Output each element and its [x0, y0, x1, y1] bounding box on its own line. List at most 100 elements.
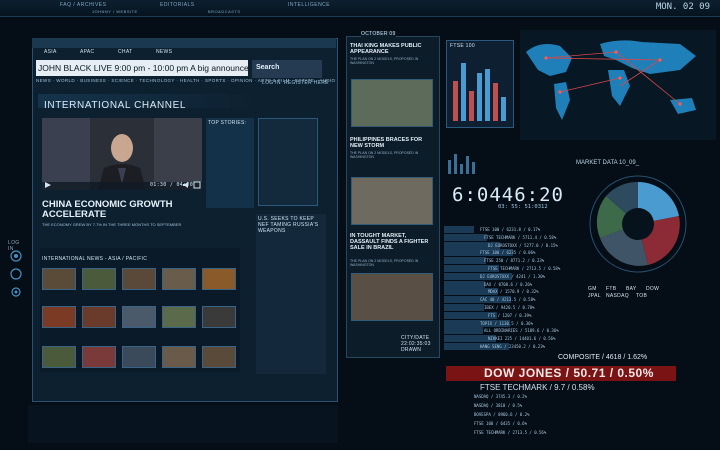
side-story-panel: U.S. SEEKS TO KEEP NEF TAMING RUSSIA'S W…	[256, 214, 326, 374]
video-player[interactable]	[42, 118, 202, 190]
gallery-thumb[interactable]	[122, 268, 156, 290]
gear-icon[interactable]	[10, 286, 22, 298]
gallery-thumb[interactable]	[42, 268, 76, 290]
market-pie-chart	[586, 172, 690, 276]
news-item-sub: THE PLAN ON 2 MODELS, PROPOSED IN WASHIN…	[350, 151, 419, 159]
side-column: TOP STORIES:	[206, 118, 254, 208]
ticker-row[interactable]: NASDAQ / 3745.3 / 0.2%	[474, 394, 527, 399]
bell-icon[interactable]	[10, 268, 22, 280]
gallery-thumb[interactable]	[82, 346, 116, 368]
news-item-photo[interactable]	[351, 273, 433, 321]
top-nav-bar: FAQ / ARCHIVES EDITORIALS INTELLIGENCE J…	[0, 0, 720, 17]
ftse-techmark-ticker: FTSE TECHMARK / 9.7 / 0.58%	[480, 383, 595, 392]
tab-apac[interactable]: APAC	[80, 49, 94, 55]
ftse-bar	[485, 69, 490, 121]
side-story-title[interactable]: U.S. SEEKS TO KEEP NEF TAMING RUSSIA'S W…	[258, 216, 324, 234]
ticker-bar	[444, 226, 474, 233]
tab-news[interactable]: NEWS	[156, 49, 172, 55]
composite-ticker: COMPOSITE / 4618 / 1.62%	[558, 354, 648, 361]
ftse-bar-chart	[453, 63, 506, 121]
ticker-bar	[444, 327, 483, 335]
legend-item: BAY	[626, 286, 637, 292]
ticker-row[interactable]: DJ EUROSTOXX / 5277.0 / 0.15%	[488, 243, 558, 248]
ticker-row[interactable]: CAC 40 / 4213.5 / 0.58%	[480, 297, 535, 302]
top-stories-label: TOP STORIES:	[208, 120, 247, 126]
ticker-row[interactable]: FTS / 1207 / 0.39%	[488, 313, 531, 318]
ticker-row[interactable]: FTSE 100 / 6235 / 0.06%	[480, 250, 535, 255]
legend-item: FTB	[606, 286, 617, 292]
gallery-thumb[interactable]	[162, 306, 196, 328]
mini-bar-graph	[446, 150, 506, 174]
headline[interactable]: CHINA ECONOMIC GROWTH ACCELERATE	[42, 200, 202, 220]
ticker-row[interactable]: DJ EUROSTOXX / 4241 / 1.30%	[480, 274, 545, 279]
tab-editorials[interactable]: EDITORIALS	[160, 2, 195, 8]
news-item-title[interactable]: PHILIPPINES BRACES FOR NEW STORM	[350, 137, 434, 149]
gallery-thumb[interactable]	[42, 346, 76, 368]
news-date: OCTOBER 09	[361, 31, 396, 37]
news-item-photo[interactable]	[351, 79, 433, 127]
gallery-thumb[interactable]	[162, 268, 196, 290]
gallery-thumb[interactable]	[202, 346, 236, 368]
ticker-row[interactable]: FTSE TECHMARK / 2713.5 / 0.56%	[474, 430, 546, 435]
tab-asia[interactable]: ASIA	[44, 49, 57, 55]
ticker-bar	[444, 233, 487, 241]
ticker-row[interactable]: FTSE TECHMARK / 2713.5 / 0.58%	[488, 266, 560, 271]
ftse-bar	[493, 83, 498, 121]
dow-jones-ticker: DOW JONES / 50.71 / 0.50%	[484, 366, 654, 380]
gallery-thumb[interactable]	[82, 306, 116, 328]
site-nav-links[interactable]: NEWS · WORLD · BUSINESS · SCIENCE · TECH…	[36, 78, 335, 83]
tab-chat[interactable]: CHAT	[118, 49, 132, 55]
search-label: Search	[256, 64, 280, 71]
video-frame	[42, 118, 202, 190]
news-item-photo[interactable]	[351, 177, 433, 225]
news-item-sub: THE PLAN ON 2 MODELS, PROPOSED IN WASHIN…	[350, 57, 419, 65]
gallery-thumb[interactable]	[202, 306, 236, 328]
gallery-thumb[interactable]	[122, 306, 156, 328]
gallery-thumb[interactable]	[202, 268, 236, 290]
address-bar[interactable]: JOHN BLACK LIVE 9:00 pm - 10:00 pm A big…	[36, 60, 248, 76]
news-item-title[interactable]: IN TOUGHT MARKET, DASSAULT FINDS A FIGHT…	[350, 233, 434, 251]
gallery-thumb[interactable]	[122, 346, 156, 368]
search-box[interactable]: Search	[252, 60, 322, 78]
legend-item: TOB	[636, 293, 648, 299]
ticker-row[interactable]: HANG SENG / 23450.2 / 0.23%	[480, 344, 545, 349]
headline-subtitle: THE ECONOMY GREW BY 7.7% IN THE THREE MO…	[42, 222, 182, 227]
news-item-sub: THE PLAN ON 2 MODELS, PROPOSED IN WASHIN…	[350, 259, 419, 267]
ticker-bar	[444, 280, 485, 288]
ticker-row[interactable]: IBEX / 9420.5 / 0.78%	[484, 305, 535, 310]
ftse-chart-panel: FTSE 100	[446, 40, 514, 128]
gallery-thumb[interactable]	[42, 306, 76, 328]
ticker-row[interactable]: TOPIX / 1130.5 / 0.36%	[480, 321, 533, 326]
browser-titlebar	[32, 38, 336, 48]
sub-broadcasts[interactable]: BROADCASTS	[208, 9, 241, 14]
gallery-thumb[interactable]	[82, 268, 116, 290]
world-map-graphic	[520, 30, 716, 140]
ticker-row[interactable]: FTSE 250 / 8771.2 / 0.23%	[484, 258, 544, 263]
ticker-row[interactable]: MDAX / 1570.9 / 0.32%	[488, 289, 539, 294]
ticker-row[interactable]: FTSE TECHMARK / 5711.4 / 0.58%	[484, 235, 556, 240]
ticker-row[interactable]: FTSE 100 / 6435 / 0.6%	[474, 421, 527, 426]
gallery-thumb[interactable]	[162, 346, 196, 368]
tab-faq-archives[interactable]: FAQ / ARCHIVES	[60, 2, 106, 8]
ticker-row[interactable]: NASDAQ / 3810 / 0.5%	[474, 403, 522, 408]
play-icon[interactable]	[44, 181, 52, 189]
ticker-row[interactable]: BOVESPA / 8960.6 / 0.2%	[474, 412, 529, 417]
mini-bar-graphic	[448, 154, 475, 174]
news-item-title[interactable]: THAI KING MAKES PUBLIC APPEARANCE	[350, 43, 434, 55]
fullscreen-icon[interactable]	[193, 181, 201, 189]
sub-johnny-website[interactable]: JOHNNY / WEBSITE	[92, 9, 138, 14]
gallery-label: INTERNATIONAL NEWS - ASIA / PACIFIC	[42, 256, 148, 262]
ticker-row[interactable]: DAX / 8708.6 / 0.26%	[484, 282, 532, 287]
legend-item: JPAL	[588, 293, 601, 299]
legend-item: NASDAQ	[606, 293, 629, 299]
browser-tabs: ASIA APAC CHAT NEWS	[40, 48, 330, 56]
video-time: 01:30 / 04:00	[150, 182, 194, 188]
ticker-row[interactable]: FTSE 100 / 6231.8 / 0.17%	[480, 227, 540, 232]
tab-intelligence[interactable]: INTELLIGENCE	[288, 2, 330, 8]
news-footer: CITY/DATE 22:02:35:03 DRAWN	[401, 335, 431, 353]
ticker-row[interactable]: ALL ORDINARIES / 5189.6 / 0.36%	[484, 328, 559, 333]
ticker-row[interactable]: NIKKEI 225 / 14401.6 / 0.56%	[488, 336, 555, 341]
ticker-bar	[444, 304, 484, 311]
left-sidebar: LOG IN	[6, 240, 26, 320]
wifi-icon[interactable]	[10, 250, 22, 262]
